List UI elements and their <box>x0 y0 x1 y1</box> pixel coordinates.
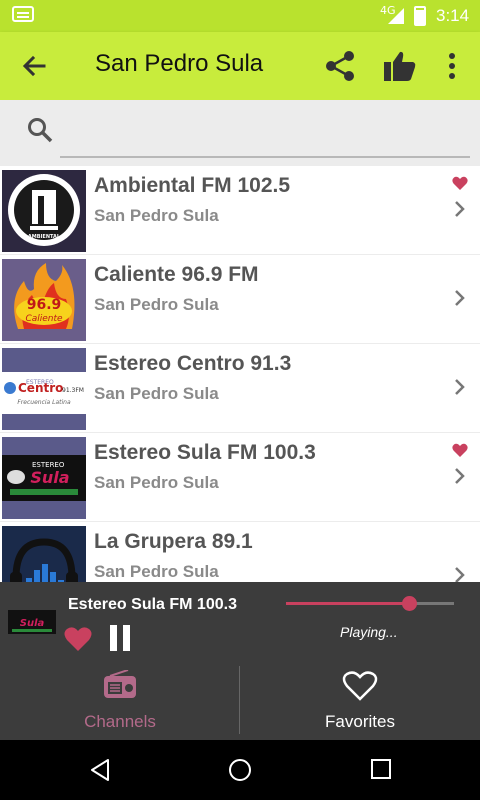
recents-square-icon[interactable] <box>370 758 392 780</box>
station-list: AMBIENTAL Ambiental FM 102.5 San Pedro S… <box>0 166 480 582</box>
search-icon <box>28 118 53 143</box>
station-city: San Pedro Sula <box>94 206 219 225</box>
station-city: San Pedro Sula <box>94 295 219 314</box>
status-bar: 4G 3:14 <box>0 0 480 32</box>
station-logo <box>2 526 86 582</box>
search-underline <box>60 156 470 158</box>
station-name: La Grupera 89.1 <box>94 530 253 553</box>
list-item[interactable]: ESTEREO Centro 91.3FM Frecuencia Latina … <box>0 344 480 432</box>
chevron-right-icon <box>455 379 465 395</box>
chevron-right-icon <box>455 468 465 484</box>
battery-icon <box>414 6 426 26</box>
tab-channels[interactable]: Channels <box>0 660 240 740</box>
now-playing-logo: Sula <box>8 610 56 634</box>
station-logo: AMBIENTAL <box>2 170 86 252</box>
now-playing-station: Estereo Sula FM 100.3 <box>68 596 237 613</box>
list-item[interactable]: AMBIENTAL Ambiental FM 102.5 San Pedro S… <box>0 166 480 254</box>
clock: 3:14 <box>436 6 470 25</box>
favorite-heart-icon[interactable] <box>452 443 468 457</box>
bottom-tabs: Channels Favorites <box>0 660 480 740</box>
notification-icon <box>12 6 34 22</box>
favorite-heart-icon[interactable] <box>64 626 92 652</box>
svg-text:91.3FM: 91.3FM <box>62 387 84 394</box>
system-nav-bar <box>0 740 480 800</box>
volume-slider[interactable] <box>286 596 454 611</box>
list-item[interactable]: La Grupera 89.1 San Pedro Sula <box>0 522 480 582</box>
station-name: Caliente 96.9 FM <box>94 263 259 286</box>
home-circle-icon[interactable] <box>228 758 252 782</box>
radio-icon <box>104 670 136 698</box>
svg-text:Sula: Sula <box>30 468 69 487</box>
svg-text:Sula: Sula <box>20 618 45 629</box>
search-bar <box>0 100 480 164</box>
svg-text:Centro: Centro <box>18 381 63 395</box>
thumbs-up-icon[interactable] <box>382 48 418 84</box>
station-name: Estereo Sula FM 100.3 <box>94 441 316 464</box>
mini-player[interactable]: Sula Estereo Sula FM 100.3 Playing... <box>0 582 480 660</box>
station-city: San Pedro Sula <box>94 562 219 581</box>
station-logo: ESTEREO Centro 91.3FM Frecuencia Latina <box>2 348 86 430</box>
signal-icon <box>388 8 404 24</box>
pause-icon[interactable] <box>108 624 132 652</box>
station-name: Estereo Centro 91.3 <box>94 352 292 375</box>
tab-label: Channels <box>84 712 156 731</box>
volume-fill <box>286 602 409 605</box>
svg-text:AMBIENTAL: AMBIENTAL <box>28 234 61 240</box>
station-logo: 96.9 Caliente <box>2 259 86 341</box>
station-city: San Pedro Sula <box>94 384 219 403</box>
list-item[interactable]: ESTEREO Sula Estereo Sula FM 100.3 San P… <box>0 433 480 521</box>
back-triangle-icon[interactable] <box>88 758 112 782</box>
tab-label: Favorites <box>325 712 395 731</box>
heart-outline-icon <box>342 671 378 701</box>
playback-status: Playing... <box>340 624 398 640</box>
station-logo: ESTEREO Sula <box>2 437 86 519</box>
volume-thumb[interactable] <box>401 596 417 611</box>
chevron-right-icon <box>455 201 465 217</box>
list-item[interactable]: 96.9 Caliente Caliente 96.9 FM San Pedro… <box>0 255 480 343</box>
station-city: San Pedro Sula <box>94 473 219 492</box>
chevron-right-icon <box>455 290 465 306</box>
search-input[interactable] <box>62 114 462 150</box>
share-icon[interactable] <box>322 48 358 84</box>
station-name: Ambiental FM 102.5 <box>94 174 291 197</box>
svg-text:96.9: 96.9 <box>27 297 62 313</box>
back-arrow-icon[interactable] <box>18 50 50 82</box>
page-title: San Pedro Sula <box>95 50 264 77</box>
app-bar: San Pedro Sula <box>0 32 480 100</box>
svg-text:Frecuencia Latina: Frecuencia Latina <box>17 399 71 406</box>
svg-text:Caliente: Caliente <box>25 314 63 324</box>
chevron-right-icon <box>455 567 465 582</box>
favorite-heart-icon[interactable] <box>452 176 468 190</box>
more-vert-icon[interactable] <box>440 50 464 82</box>
tab-favorites[interactable]: Favorites <box>240 660 480 740</box>
